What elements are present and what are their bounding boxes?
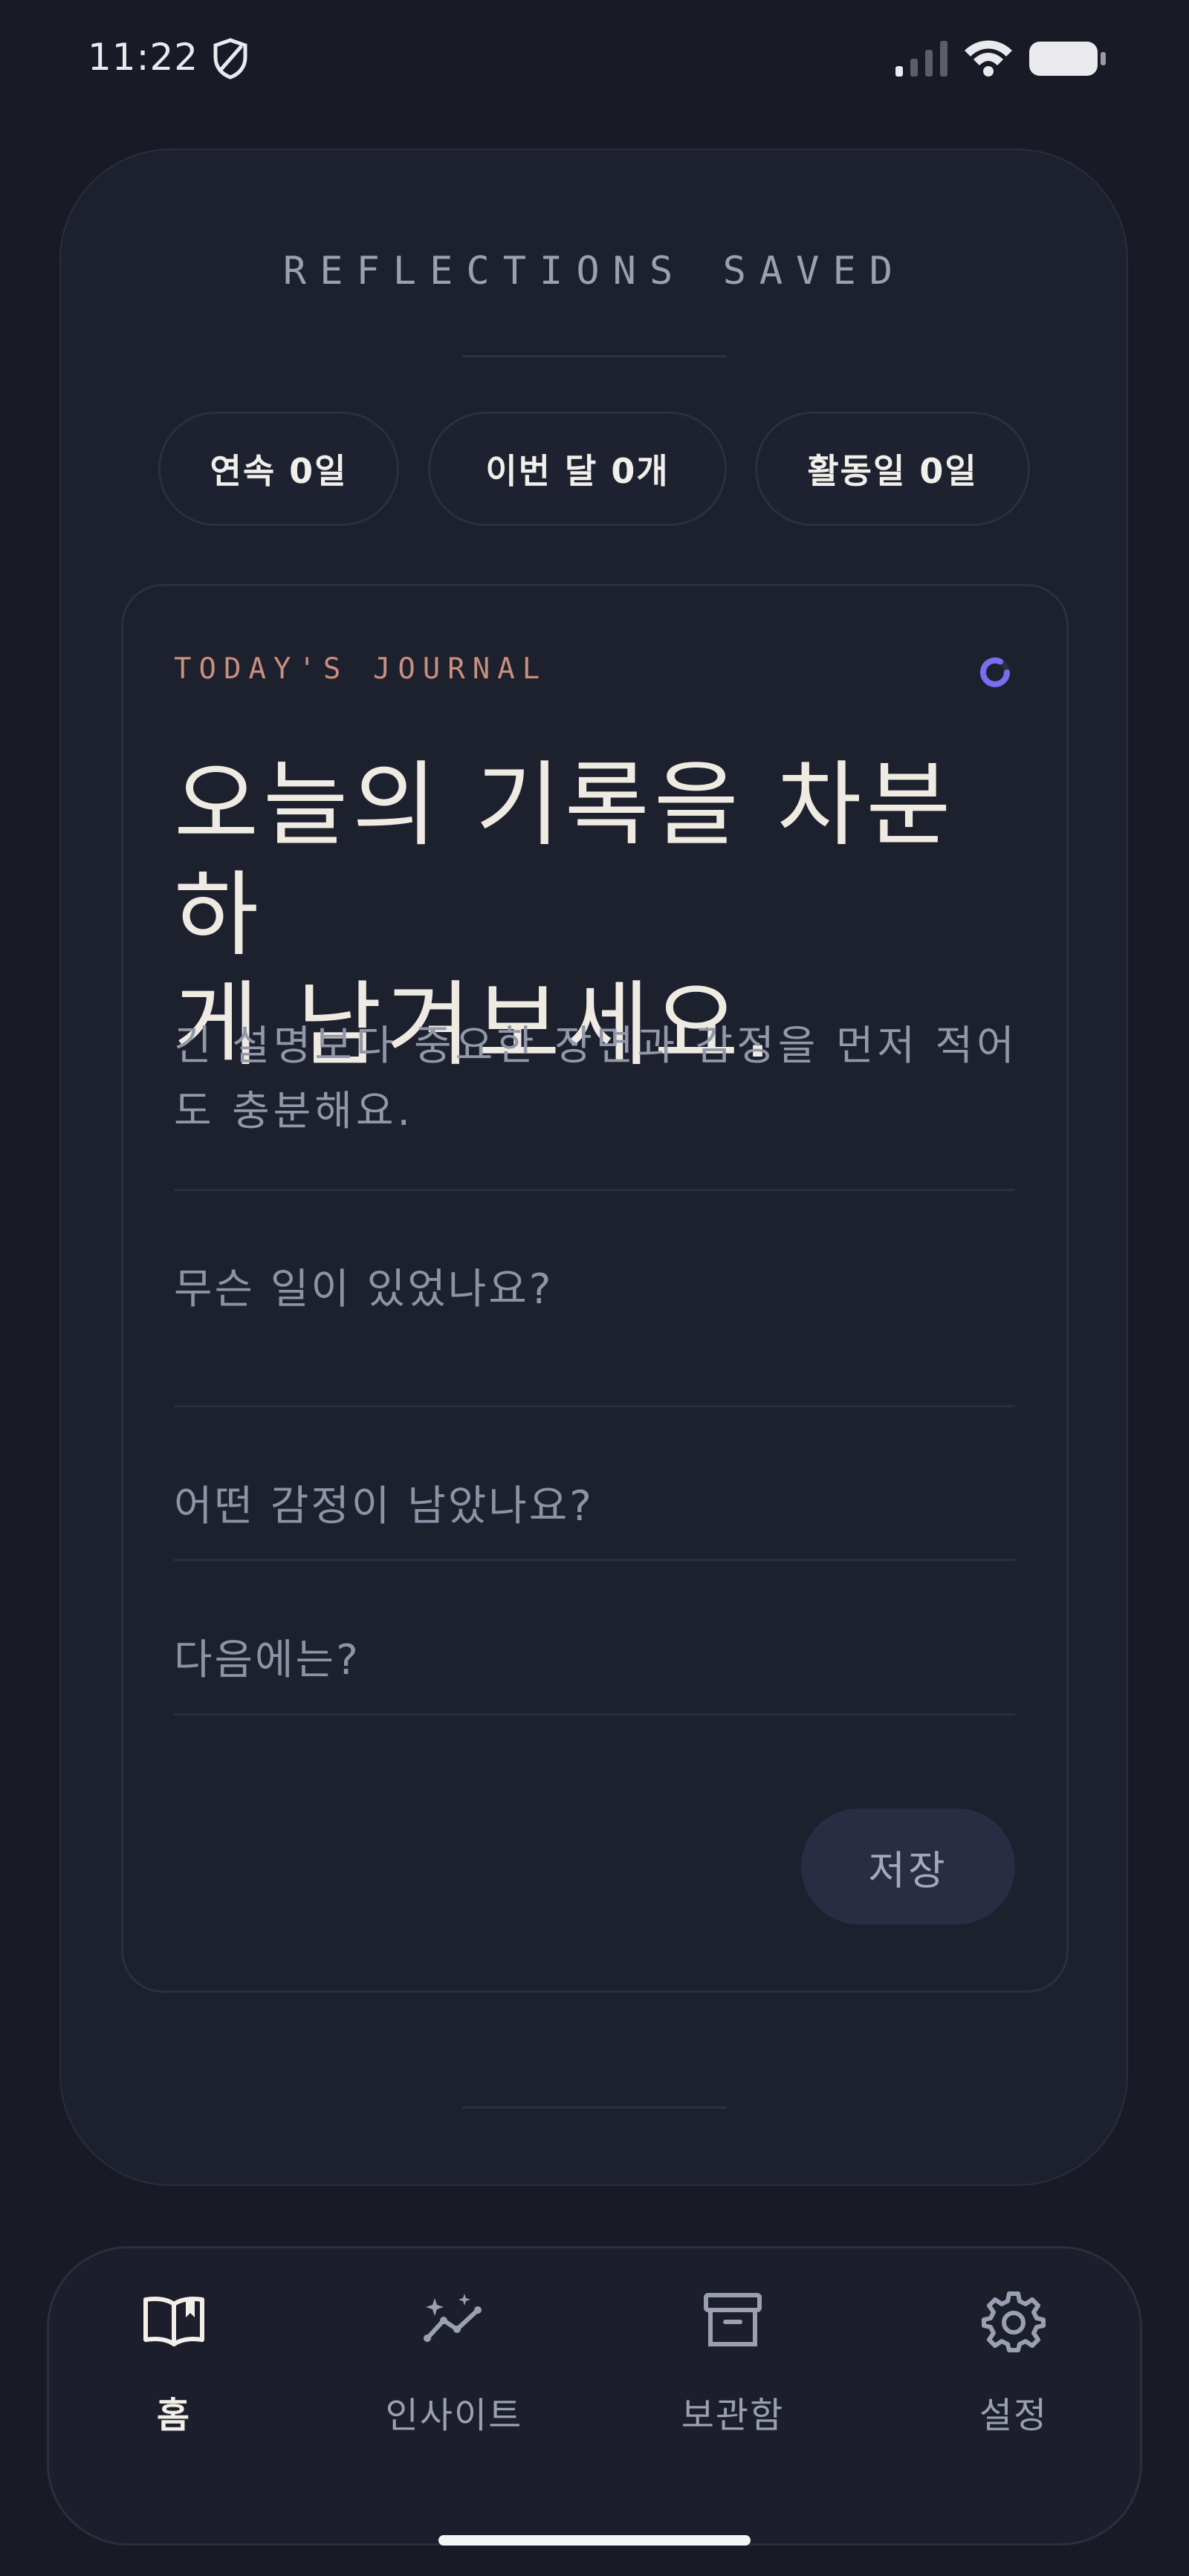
nav-insights[interactable]: 인사이트: [343, 2285, 566, 2438]
journal-kicker: TODAY'S JOURNAL: [174, 652, 548, 686]
nav-settings[interactable]: 설정: [902, 2285, 1125, 2438]
status-time: 11:22: [88, 36, 199, 79]
shield-icon: [213, 38, 247, 80]
book-open-icon: [143, 2297, 204, 2346]
nav-label-insights: 인사이트: [385, 2395, 523, 2436]
nav-label-archive: 보관함: [681, 2395, 785, 2436]
divider-top: [462, 355, 727, 357]
journal-subtext: 긴 설명보다 중요한 장면과 감정을 먼저 적어 도 충분해요.: [174, 1013, 1028, 1143]
battery-icon: [1029, 42, 1106, 76]
reflections-kicker: REFLECTIONS SAVED: [282, 249, 907, 293]
stat-active-days: 활동일 0일: [755, 412, 1030, 526]
field-underline: [174, 1559, 1015, 1561]
nav-label-settings: 설정: [979, 2395, 1049, 2436]
nav-archive[interactable]: 보관함: [621, 2285, 844, 2438]
what-happened-field[interactable]: 무슨 일이 있었나요?: [174, 1256, 553, 1316]
gear-icon: [982, 2291, 1046, 2352]
headline-line-1: 오늘의 기록을 차분하: [174, 752, 956, 969]
archive-icon: [704, 2293, 762, 2346]
sparkle-chart-icon: [424, 2294, 482, 2342]
loading-spinner-icon: [980, 657, 1010, 687]
stat-this-month: 이번 달 0개: [428, 412, 727, 526]
emotion-field[interactable]: 어떤 감정이 남았나요?: [174, 1473, 594, 1533]
subtext-line-2: 도 충분해요.: [174, 1087, 414, 1135]
subtext-line-1: 긴 설명보다 중요한 장면과 감정을 먼저 적어: [174, 1022, 1018, 1069]
stat-streak: 연속 0일: [158, 412, 399, 526]
save-button[interactable]: 저장: [801, 1808, 1015, 1924]
field-underline: [174, 1713, 1015, 1716]
field-underline: [174, 1405, 1015, 1407]
divider: [174, 1189, 1015, 1191]
nav-label-home: 홈: [156, 2395, 192, 2436]
next-time-field[interactable]: 다음에는?: [174, 1626, 360, 1687]
signal-icon: [895, 41, 947, 77]
wifi-icon: [965, 40, 1012, 77]
nav-home[interactable]: 홈: [62, 2285, 285, 2438]
divider-bottom: [462, 2106, 727, 2109]
home-indicator[interactable]: [438, 2535, 751, 2546]
